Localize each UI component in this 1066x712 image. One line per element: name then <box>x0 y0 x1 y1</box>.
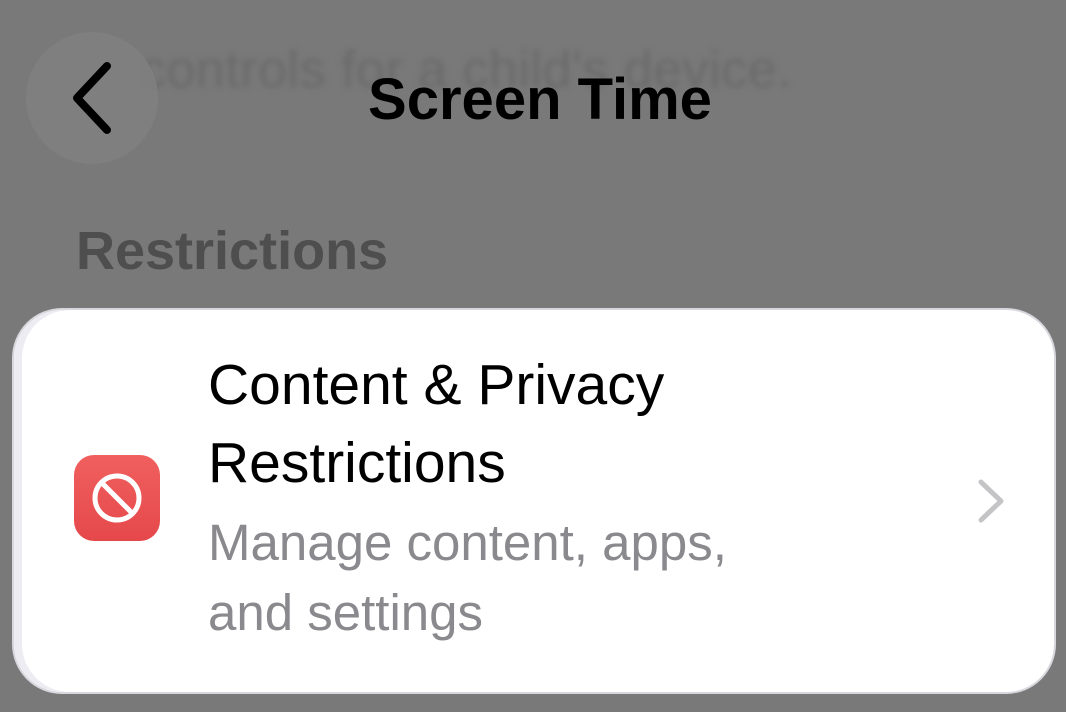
row-subtitle-line-2: and settings <box>208 584 484 641</box>
row-subtitle-line-1: Manage content, apps, <box>208 514 727 571</box>
row-title-line-2: Restrictions <box>208 431 506 495</box>
screen-time-screen: controls for a child's device. Screen Ti… <box>0 0 1066 712</box>
chevron-right-icon <box>976 478 1006 524</box>
row-title-line-1: Content & Privacy <box>208 353 665 417</box>
page-title: Screen Time <box>368 67 712 132</box>
restricted-icon <box>74 455 160 541</box>
navigation-bar: Screen Time <box>0 0 1066 200</box>
row-subtitle: Manage content, apps, and settings <box>208 508 848 648</box>
content-privacy-restrictions-row[interactable]: Content & Privacy Restrictions Manage co… <box>14 310 1054 692</box>
row-title: Content & Privacy Restrictions <box>208 346 908 502</box>
section-header-restrictions: Restrictions <box>76 221 389 281</box>
